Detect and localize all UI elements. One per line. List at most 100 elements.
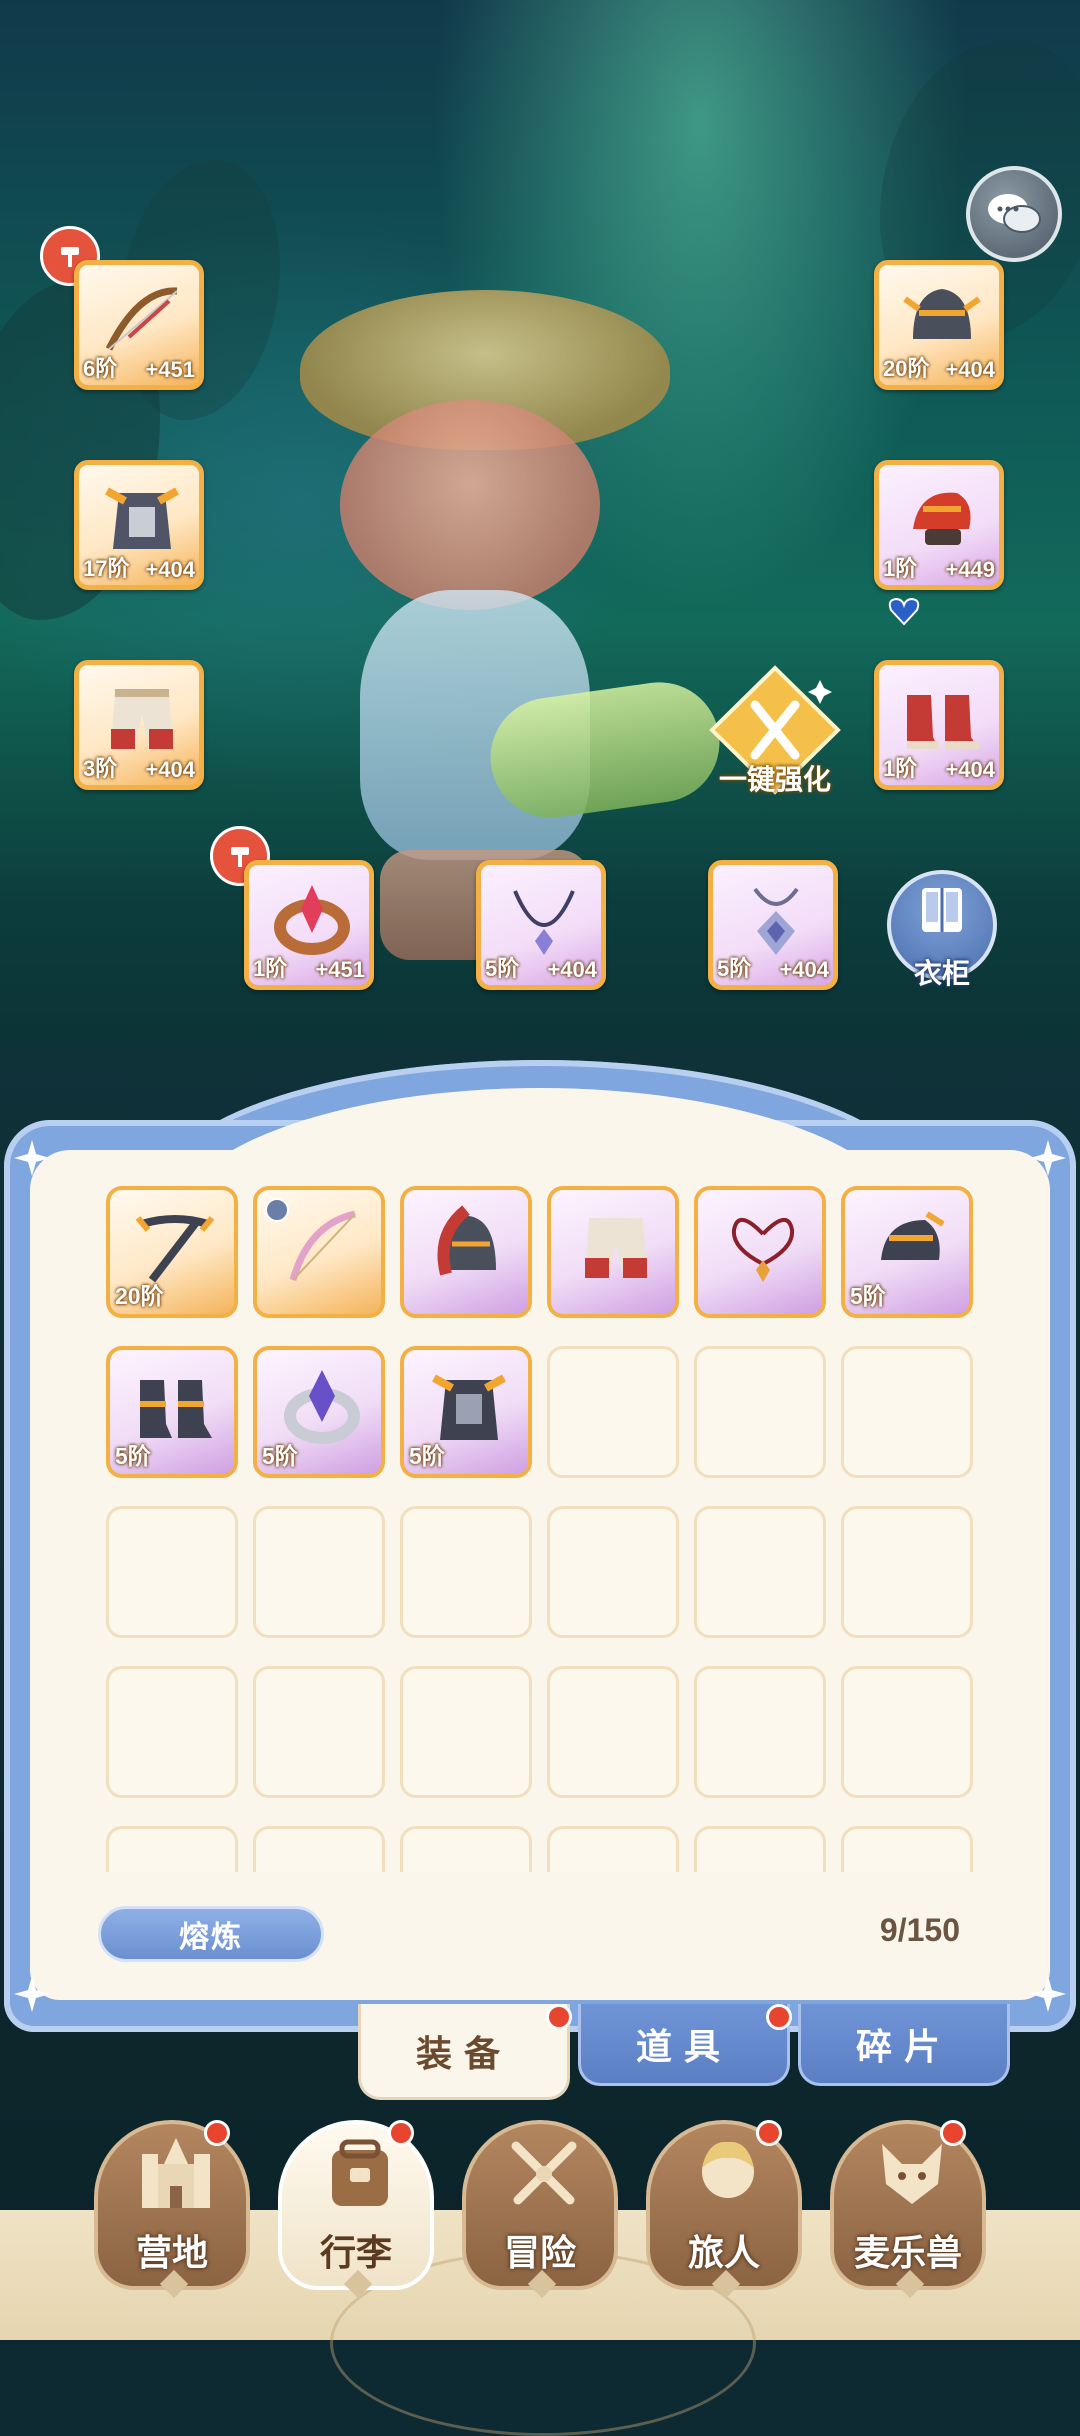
empty-slot bbox=[841, 1826, 973, 1872]
empty-slot bbox=[400, 1666, 532, 1798]
chat-bubbles-icon bbox=[988, 194, 1041, 233]
corner-ornament-icon bbox=[1030, 1140, 1066, 1176]
equip-bonus: +451 bbox=[315, 957, 365, 982]
equip-bonus: +404 bbox=[945, 757, 995, 782]
castle-icon bbox=[142, 2138, 210, 2208]
backpack-icon bbox=[332, 2139, 388, 2206]
inventory-item[interactable] bbox=[253, 1186, 385, 1318]
amulet-icon bbox=[753, 887, 799, 955]
equip-slot-amulet[interactable]: 5阶 +404 bbox=[708, 860, 838, 990]
nav-label: 麦乐兽 bbox=[853, 2232, 962, 2273]
empty-slot bbox=[841, 1346, 973, 1478]
nav-label: 行李 bbox=[319, 2232, 392, 2273]
item-tier: 20阶 bbox=[115, 1283, 164, 1309]
empty-slot bbox=[106, 1826, 238, 1872]
equip-slot-ring[interactable]: 1阶 +451 bbox=[244, 860, 374, 990]
equip-tier: 20阶 bbox=[883, 356, 930, 381]
equip-slot-gloves[interactable]: 1阶 +449 bbox=[874, 460, 1004, 590]
traveler-avatar-icon bbox=[702, 2141, 754, 2198]
equip-bonus: +451 bbox=[145, 357, 195, 382]
equip-slot-pants[interactable]: 3阶 +404 bbox=[74, 660, 204, 790]
item-tier: 5阶 bbox=[850, 1283, 886, 1309]
necklace-icon bbox=[731, 1218, 795, 1282]
nav-adventure[interactable]: 冒险 bbox=[462, 2120, 618, 2299]
nav-label: 冒险 bbox=[503, 2232, 576, 2273]
character-avatar[interactable] bbox=[250, 290, 728, 960]
empty-slot bbox=[106, 1506, 238, 1638]
bow-icon bbox=[105, 287, 178, 351]
equip-slot-boots[interactable]: 1阶 +404 bbox=[874, 660, 1004, 790]
notification-dot bbox=[388, 2120, 414, 2146]
equip-tier: 5阶 bbox=[485, 956, 520, 981]
corner-ornament-icon bbox=[14, 1140, 50, 1176]
empty-slot bbox=[694, 1826, 826, 1872]
one-key-enhance-label[interactable]: 一键强化 bbox=[700, 758, 850, 798]
inventory-item[interactable]: 20阶 bbox=[106, 1186, 238, 1318]
pants-icon bbox=[585, 1218, 647, 1278]
fox-pet-icon bbox=[882, 2144, 942, 2204]
notification-dot bbox=[766, 2004, 792, 2030]
chat-button[interactable] bbox=[966, 166, 1062, 262]
gauntlet-icon bbox=[913, 492, 971, 545]
empty-slot bbox=[547, 1346, 679, 1478]
inventory-grid[interactable]: 20阶 5阶 5阶 5阶 5阶 bbox=[106, 1186, 976, 1872]
empty-slot bbox=[106, 1666, 238, 1798]
empty-slot bbox=[841, 1666, 973, 1798]
inventory-count: 9/150 bbox=[879, 1912, 960, 1948]
tab-label: 装备 bbox=[415, 2032, 512, 2074]
equip-tier: 5阶 bbox=[717, 956, 752, 981]
nav-label: 营地 bbox=[135, 2232, 208, 2273]
crossed-swords-icon bbox=[511, 2141, 577, 2205]
inventory-item[interactable] bbox=[400, 1186, 532, 1318]
nav-mylo-beast[interactable]: 麦乐兽 bbox=[830, 2120, 986, 2299]
empty-slot bbox=[694, 1506, 826, 1638]
corner-ornament-icon bbox=[1030, 1976, 1066, 2012]
inventory-item[interactable]: 5阶 bbox=[400, 1346, 532, 1478]
wardrobe-icon bbox=[922, 888, 962, 932]
item-tier: 5阶 bbox=[115, 1443, 151, 1469]
tab-equipment[interactable]: 装备 bbox=[358, 2004, 570, 2100]
nav-camp[interactable]: 营地 bbox=[94, 2120, 250, 2299]
empty-slot bbox=[253, 1826, 385, 1872]
equip-slot-necklace[interactable]: 5阶 +404 bbox=[476, 860, 606, 990]
inventory-item[interactable] bbox=[547, 1186, 679, 1318]
notification-dot bbox=[204, 2120, 230, 2146]
ring-icon bbox=[274, 885, 350, 955]
boots-icon bbox=[907, 695, 979, 749]
equip-bonus: +404 bbox=[145, 757, 195, 782]
character-head bbox=[340, 400, 600, 610]
tab-items[interactable]: 道具 bbox=[578, 2004, 790, 2086]
equip-tier: 1阶 bbox=[253, 956, 288, 981]
equip-slot-weapon[interactable]: 6阶 +451 bbox=[74, 260, 204, 390]
empty-slot bbox=[547, 1506, 679, 1638]
empty-slot bbox=[400, 1826, 532, 1872]
armor-icon bbox=[105, 487, 179, 549]
empty-slot bbox=[547, 1666, 679, 1798]
inventory-item[interactable]: 5阶 bbox=[106, 1346, 238, 1478]
inventory-item[interactable]: 5阶 bbox=[841, 1186, 973, 1318]
empty-slot bbox=[694, 1666, 826, 1798]
equip-tier: 6阶 bbox=[83, 356, 118, 381]
empty-slot bbox=[253, 1506, 385, 1638]
equip-slot-armor[interactable]: 17阶 +404 bbox=[74, 460, 204, 590]
equip-bonus: +404 bbox=[145, 557, 195, 582]
smelt-button[interactable]: 熔炼 bbox=[98, 1906, 324, 1962]
inventory-item[interactable]: 5阶 bbox=[253, 1346, 385, 1478]
equip-tier: 1阶 bbox=[883, 756, 918, 781]
wardrobe-label[interactable]: 衣柜 bbox=[887, 952, 997, 992]
nav-traveler[interactable]: 旅人 bbox=[646, 2120, 802, 2299]
equip-slot-helmet[interactable]: 20阶 +404 bbox=[874, 260, 1004, 390]
corner-ornament-icon bbox=[14, 1976, 50, 2012]
equip-bonus: +404 bbox=[547, 957, 597, 982]
item-tier: 5阶 bbox=[409, 1443, 445, 1469]
necklace-icon bbox=[513, 890, 575, 955]
nav-label: 旅人 bbox=[687, 2232, 760, 2273]
pants-icon bbox=[111, 689, 173, 749]
nav-luggage[interactable]: 行李 bbox=[278, 2120, 434, 2299]
equip-bonus: +449 bbox=[945, 557, 995, 582]
equip-tier: 1阶 bbox=[883, 556, 918, 581]
tab-fragments[interactable]: 碎片 bbox=[798, 2004, 1010, 2086]
helmet-icon bbox=[437, 1205, 496, 1276]
inventory-item[interactable] bbox=[694, 1186, 826, 1318]
tab-label: 道具 bbox=[635, 2025, 732, 2067]
